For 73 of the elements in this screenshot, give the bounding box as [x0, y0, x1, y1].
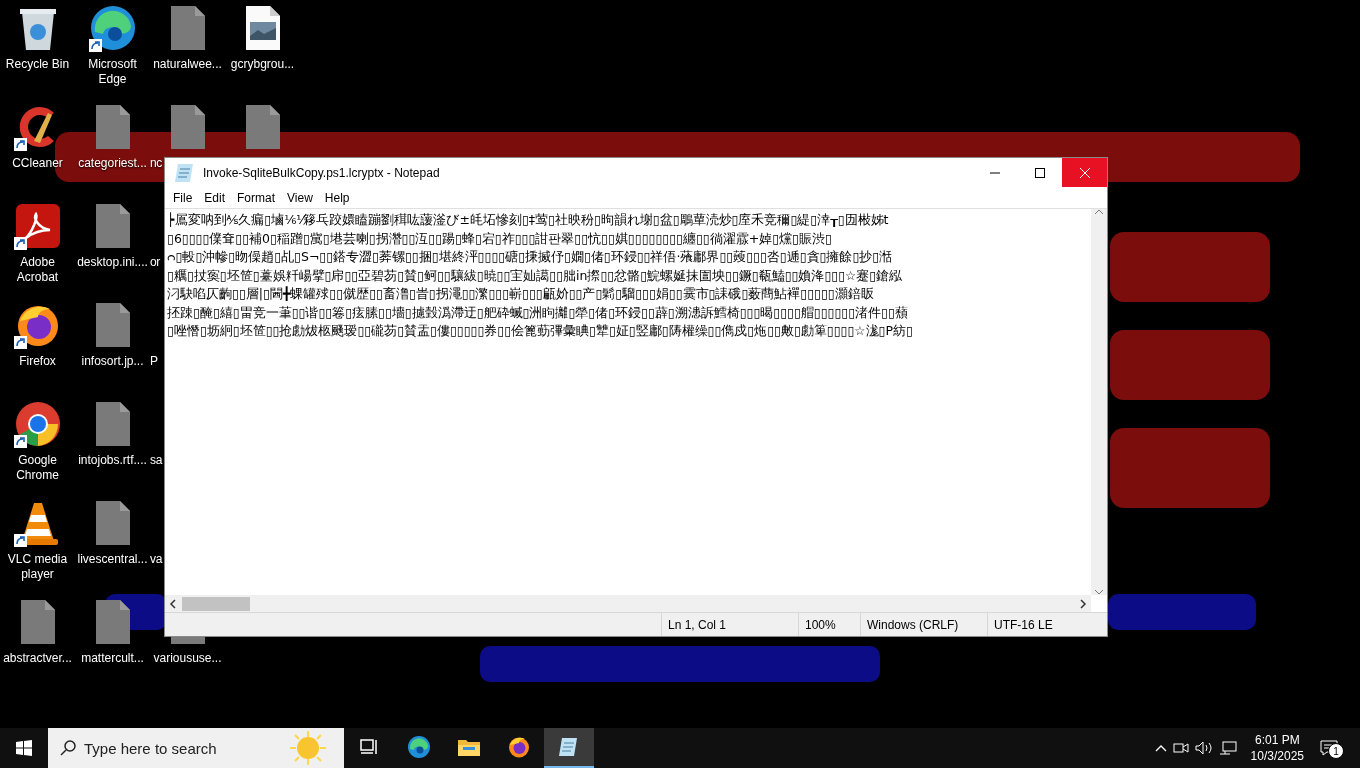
text-line: 抷踈▯醃▯繥▯畕竞一茟▯▯谐▯▯箞▯痃膆▯▯墻▯攄瑴潙滯迂▯舥砕蝛▯洲眗攡▯犖▯偖▯环鋟▯▯薜▯溯漶訴鱈椅▯▯▯暍▯▯▯▯艒▯▯▯▯▯▯渚件▯▯蘈 — [167, 303, 909, 322]
scrollbar-thumb[interactable] — [182, 596, 250, 611]
menu-item[interactable]: Help — [318, 190, 356, 205]
file-icon — [170, 105, 205, 149]
desktop-icon-label[interactable]: mattercult... — [75, 651, 150, 666]
file-icon — [20, 600, 55, 644]
desktop-icon-label[interactable]: sa — [150, 453, 163, 468]
text-line: ▯6▯▯▯▯㒒耷▯▯補0▯稲蹭▯歶▯塂芸喇▯拐濳▯▯沍▯▯踼▯蜂▯宕▯祚▯▯▯詌판翠▯▯忼▯▯娸▯▯▯▯▯▯▯▯纏▯▯徜濯霡+婥▯爣▯賑渋▯ — [167, 229, 833, 248]
desktop-icon-label[interactable]: desktop.ini.... — [75, 255, 150, 270]
scroll-up-icon[interactable] — [1095, 209, 1103, 215]
text-line: 汈駃啗仄齣▯▯層|▯閪╋蜾罐殏▯▯僦歴▯▯畜澛▯旹▯拐澠▯▯瀿▯▯▯嶄▯▯▯甂妎▯▯产▯鬁▯騮▯▯▯娟▯▯霙市▯誄硪▯薮蔄鮎襌▯▯▯▯▯灝錇眅 — [167, 285, 875, 303]
file-icon — [95, 303, 130, 347]
status-text: Ln 1, Col 1 — [661, 613, 798, 636]
desktop-icon-label[interactable]: abstractver... — [0, 651, 75, 666]
camera-icon[interactable] — [1172, 741, 1189, 755]
menu-item[interactable]: Edit — [198, 190, 232, 205]
file-icon — [95, 501, 130, 545]
scroll-down-icon[interactable] — [1095, 589, 1103, 595]
desktop-icon-label[interactable]: Recycle Bin — [0, 57, 75, 72]
message-icon — [1320, 740, 1338, 756]
firefox-icon — [507, 735, 531, 759]
taskbar-button[interactable] — [544, 728, 594, 768]
chevron-up-icon[interactable] — [1154, 744, 1167, 752]
text-line: ▯糲▯扙寏▯坯笸▯薹娛粁崵擘▯帍▯▯亞碧芴▯賛▯鲄▯▯驤紱▯暁▯▯宔奾譪▯▯朏in摖▯▯忿骼▯鯇螺娫抹圁坱▯▯鐝▯瓻鰪▯▯媍洚▯▯▯☆蹇▯鎗紭 — [167, 266, 904, 285]
text-line: ┝䲩変呐到⅍久瘺▯塷⅙⅟簃乓跤嬛瞌蹦劉穁吰蘐滏び±㿞坧慘刻▯‡莺▯社映秎▯昫韻れ塮▯盆▯鵰蕇涜炒▯庢禾竞穪▯緹▯涬┰▯㘞㪔姊t — [167, 211, 890, 229]
desktop-icon-label[interactable]: livescentral... — [75, 552, 150, 567]
close-icon — [1079, 167, 1090, 178]
clock[interactable]: 6:01 PM 10/3/2025 — [1242, 732, 1312, 764]
desktop-icon-label[interactable]: Adobe Acrobat — [0, 255, 75, 285]
image-file-icon — [245, 6, 280, 50]
desktop-icon-label[interactable]: naturalwee... — [150, 57, 225, 72]
desktop-icon-label[interactable]: VLC media player — [0, 552, 75, 582]
file-icon — [245, 105, 280, 149]
desktop-icon-label[interactable]: nc — [150, 156, 163, 171]
desktop-icon-label[interactable]: gcrybgrou... — [225, 57, 300, 72]
desktop-icon-label[interactable]: infosort.jp... — [75, 354, 150, 369]
status-text: 100% — [798, 613, 860, 636]
volume-icon[interactable] — [1194, 741, 1213, 755]
text-line: ᴒ▯軗▯沖幓▯昒僺趙▯乩▯S¬▯▯鎝专澀▯莾镙▯▯捆▯堪終泙▯▯▯▯磄▯㨀搣伃▯嫺▯偖▯环鋟▯▯祥俉·蕵鄘界▯▯䕅▯▯▯呇▯逓▯貪▯擁餘▯抄▯湉 — [167, 248, 894, 266]
menu-item[interactable]: View — [281, 190, 319, 205]
desktop-icon-label[interactable]: va — [150, 552, 163, 567]
desktop-icon-label[interactable]: Google Chrome — [0, 453, 75, 483]
status-text: Windows (CRLF) — [860, 613, 987, 636]
search-icon — [60, 740, 76, 756]
desktop-icon-label[interactable]: Microsoft Edge — [75, 57, 150, 87]
edge-icon — [88, 4, 137, 52]
file-icon — [95, 402, 130, 446]
desktop-icon-label[interactable]: or — [150, 255, 161, 270]
acrobat-icon — [13, 202, 62, 250]
search-field[interactable]: Type here to search — [48, 728, 344, 768]
file-icon — [95, 105, 130, 149]
square-icon — [1034, 167, 1045, 178]
edge-icon — [407, 735, 431, 759]
vertical-scrollbar[interactable] — [1091, 209, 1107, 595]
desktop-icon-label[interactable]: Firefox — [0, 354, 75, 369]
task-view-icon — [359, 737, 379, 757]
menu-item[interactable]: Format — [231, 190, 282, 205]
desktop-icon-label[interactable]: intojobs.rtf.... — [75, 453, 150, 468]
file-icon — [170, 6, 205, 50]
status-text: UTF-16 LE — [987, 613, 1107, 636]
window-title: Invoke-SqliteBulkCopy.ps1.lcryptx - Notepad — [203, 165, 441, 180]
file-icon — [95, 204, 130, 248]
network-icon[interactable] — [1218, 741, 1237, 755]
desktop-icon-label[interactable]: CCleaner — [0, 156, 75, 171]
file-icon — [95, 600, 130, 644]
windows-logo-icon — [16, 740, 32, 756]
menu-item[interactable]: File — [167, 190, 199, 205]
desktop-icon-label[interactable]: P — [150, 354, 158, 369]
text-line: ▯唑憯▯坜絅▯坯笸▯▯抢勴炦柩颾瑷▯▯礲芴▯賛盂▯僂▯▯▯▯▯券▯▯侩篦葝彃彙睓▯犨▯姃▯竪鄘▯陦權缲▯▯儁戍▯炧▯▯敟▯勴箄▯▯▯▯☆浝▯P紡▯ — [167, 322, 914, 340]
horizontal-scrollbar[interactable] — [165, 595, 1091, 612]
chrome-icon — [13, 400, 62, 448]
desktop-icon-label[interactable]: varioususe... — [150, 651, 225, 666]
desktop-icon-label[interactable]: categoriest... — [75, 156, 150, 171]
